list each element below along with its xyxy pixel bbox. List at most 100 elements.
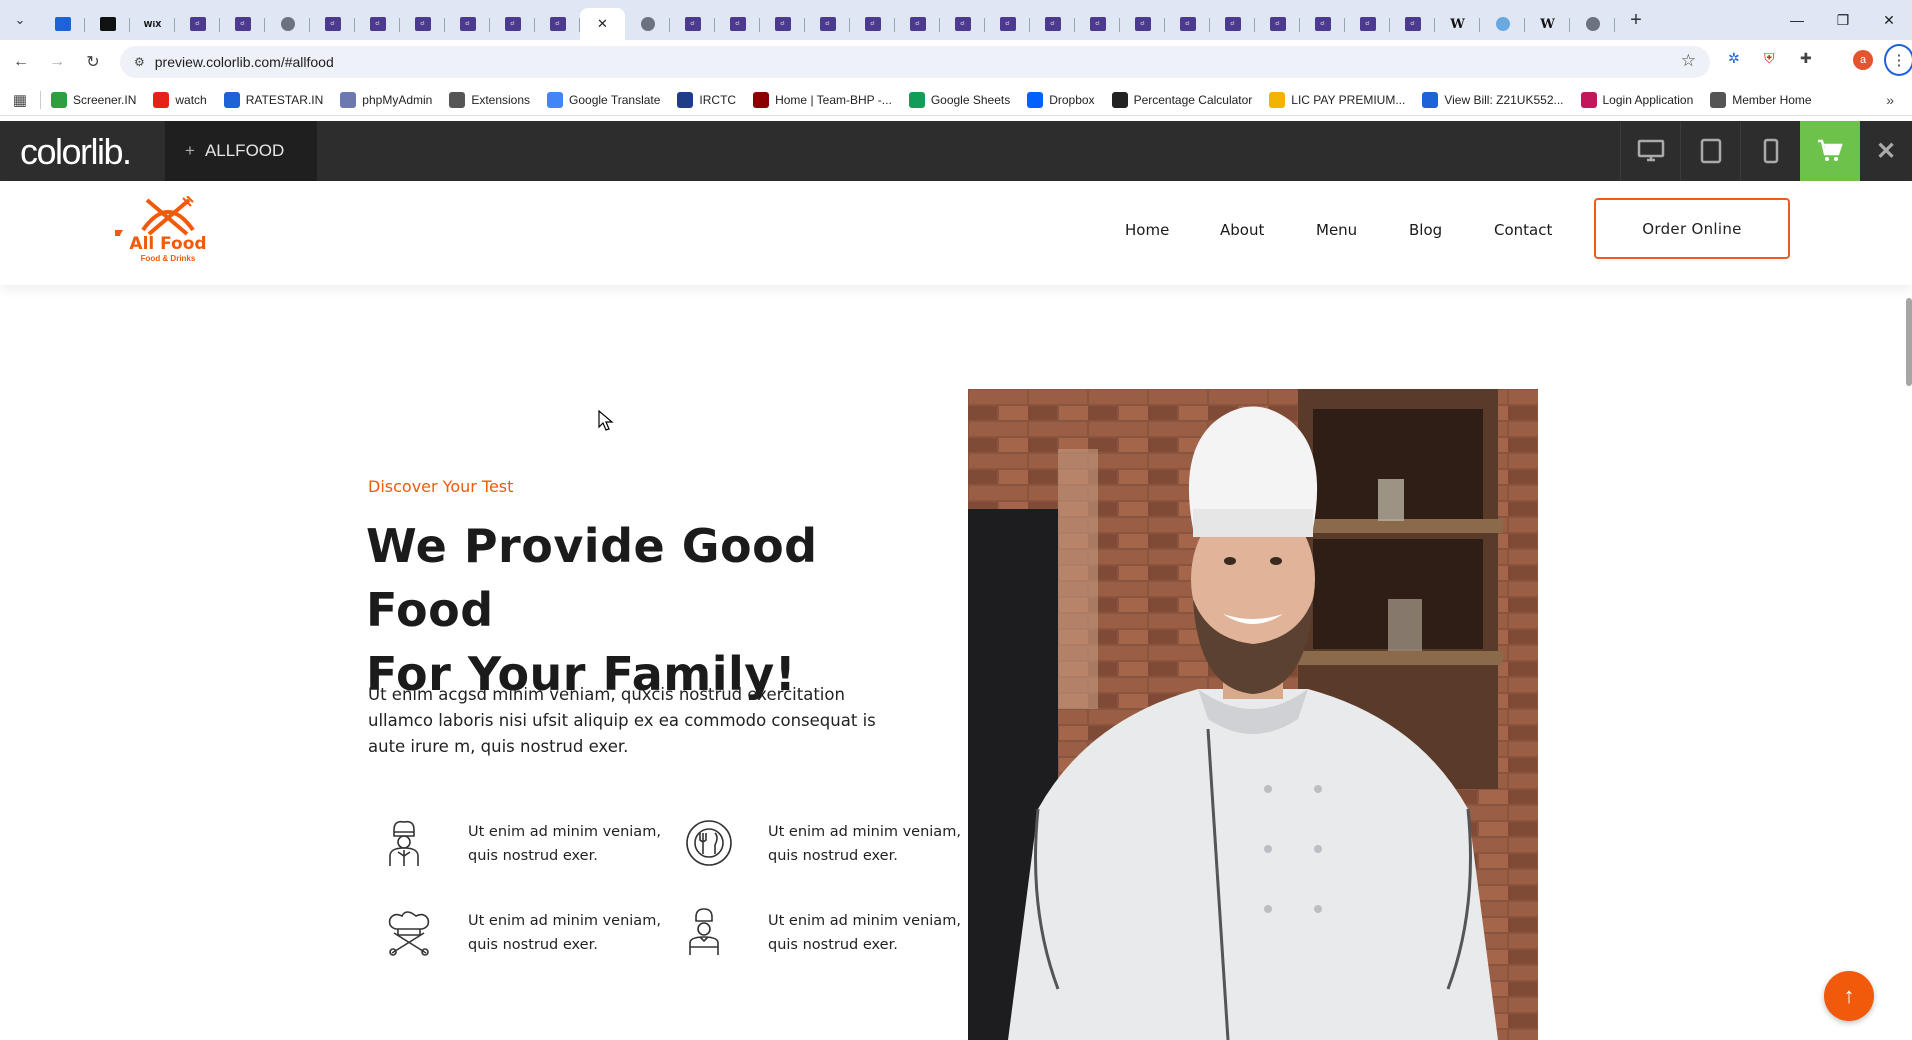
browser-tab[interactable]: cl [1030,8,1075,40]
browser-tab[interactable]: cl [1390,8,1435,40]
browser-tab[interactable]: cl [1210,8,1255,40]
browser-tab[interactable]: cl [490,8,535,40]
browser-tab[interactable]: WiX [130,8,175,40]
browser-tab[interactable]: cl [985,8,1030,40]
colorlib-favicon-icon: cl [189,17,206,31]
globe-favicon-icon [280,17,295,31]
tablet-view-button[interactable] [1680,121,1740,181]
browser-tab[interactable] [625,8,670,40]
browser-tab[interactable]: cl [1255,8,1300,40]
browser-tab[interactable] [265,8,310,40]
wix-favicon-icon: WiX [143,19,162,29]
close-window-icon[interactable]: ✕ [1866,0,1912,40]
browser-tab[interactable]: cl [355,8,400,40]
browser-tab[interactable]: cl [1345,8,1390,40]
percent-icon [1111,91,1128,108]
browser-tab[interactable]: cl [535,8,580,40]
login-icon [1580,91,1597,108]
browser-tab[interactable]: cl [850,8,895,40]
url-text[interactable]: preview.colorlib.com/#allfood [155,54,334,70]
bookmark-item[interactable]: Screener.IN [51,91,136,108]
bookmark-item[interactable]: watch [153,91,207,108]
theme-selector[interactable]: + ALLFOOD [165,121,317,181]
forward-icon[interactable]: → [42,47,72,77]
browser-tab[interactable]: cl [1165,8,1210,40]
address-bar[interactable]: ⚙ preview.colorlib.com/#allfood ☆ [120,46,1710,78]
bookmark-item[interactable]: Google Translate [547,91,661,108]
buy-theme-button[interactable] [1800,121,1860,181]
bookmark-item[interactable]: Extensions [449,91,530,108]
site-info-icon[interactable]: ⚙ [134,55,145,69]
browser-tab[interactable]: cl [760,8,805,40]
browser-tab[interactable]: cl [400,8,445,40]
browser-tab[interactable] [1570,8,1615,40]
page-scrollbar[interactable] [1906,298,1912,386]
minimize-icon[interactable]: — [1774,0,1820,40]
browser-tab[interactable]: cl [670,8,715,40]
puzzle-icon [449,91,466,108]
new-tab-button[interactable]: + [1619,9,1653,32]
reload-icon[interactable]: ↻ [78,47,108,77]
puzzle-icon[interactable]: ✚ [1800,50,1812,67]
globe-favicon-icon [1585,17,1600,31]
close-tab-icon[interactable]: ✕ [597,16,608,32]
desktop-view-button[interactable] [1620,121,1680,181]
browser-tab[interactable]: cl [1300,8,1345,40]
restore-icon[interactable]: ❐ [1820,0,1866,40]
back-icon[interactable]: ← [6,47,36,77]
browser-tab[interactable]: cl [715,8,760,40]
nav-menu[interactable]: Menu [1316,221,1357,239]
bookmark-star-icon[interactable]: ☆ [1681,51,1696,71]
profile-avatar[interactable]: a [1853,50,1873,70]
colorlib-logo[interactable]: colorlib. [20,131,132,173]
browser-tab[interactable]: cl [310,8,355,40]
browser-menu-icon[interactable]: ⋮ [1884,44,1912,76]
bookmark-item[interactable]: Login Application [1580,91,1693,108]
extension-icon[interactable]: ✲ [1728,50,1740,67]
shield-extension-icon[interactable]: ⛨ [1764,50,1775,67]
nav-blog[interactable]: Blog [1409,221,1442,239]
browser-tab[interactable]: cl [940,8,985,40]
all-food-logo[interactable]: All Food Food & Drinks [113,196,223,271]
browser-tab[interactable]: cl [1120,8,1165,40]
browser-tab[interactable]: cl [895,8,940,40]
scroll-to-top-button[interactable]: ↑ [1824,971,1874,1021]
more-bookmarks-icon[interactable]: » [1886,92,1894,108]
browser-tab[interactable]: W [1435,8,1480,40]
sheets-icon [908,91,925,108]
bookmark-item[interactable]: View Bill: Z21UK552... [1422,91,1564,108]
browser-tab[interactable]: cl [1075,8,1120,40]
bookmark-item[interactable]: Google Sheets [908,91,1010,108]
browser-tab[interactable] [85,8,130,40]
feature-text: Ut enim ad minim veniam, quis nostrud ex… [468,824,661,864]
nav-home[interactable]: Home [1125,221,1169,239]
nav-about[interactable]: About [1220,221,1264,239]
browser-tab[interactable]: cl [220,8,265,40]
browser-tab[interactable]: cl [445,8,490,40]
hero-headline: We Provide Good Food For Your Family! [366,514,926,706]
order-online-button[interactable]: Order Online [1594,198,1790,259]
browser-tab[interactable] [40,8,85,40]
bookmark-item[interactable]: Member Home [1710,91,1812,108]
bookmark-item[interactable]: Percentage Calculator [1111,91,1252,108]
close-preview-icon[interactable]: ✕ [1860,121,1912,181]
bookmark-item[interactable]: Home | Team-BHP -... [753,91,892,108]
bookmark-item[interactable]: IRCTC [677,91,736,108]
nav-contact[interactable]: Contact [1494,221,1552,239]
bookmark-item[interactable]: Dropbox [1027,91,1095,108]
bookmark-label: Google Translate [569,92,661,107]
tab-search-icon[interactable]: ⌄ [0,0,40,40]
browser-tab-active[interactable]: ✕ [580,8,625,40]
apps-grid-icon[interactable]: ▦ [0,91,40,109]
mobile-view-button[interactable] [1740,121,1800,181]
browser-tab[interactable]: W [1525,8,1570,40]
bookmark-item[interactable]: LIC PAY PREMIUM... [1269,91,1405,108]
browser-tab[interactable]: cl [805,8,850,40]
colorlib-favicon-icon: cl [549,17,566,31]
bookmark-item[interactable]: RATESTAR.IN [223,91,323,108]
theme-name: ALLFOOD [204,141,285,160]
bookmark-item[interactable]: phpMyAdmin [340,91,432,108]
browser-tab[interactable]: cl [175,8,220,40]
browser-tab[interactable] [1480,8,1525,40]
colorlib-favicon-icon: cl [684,17,701,31]
